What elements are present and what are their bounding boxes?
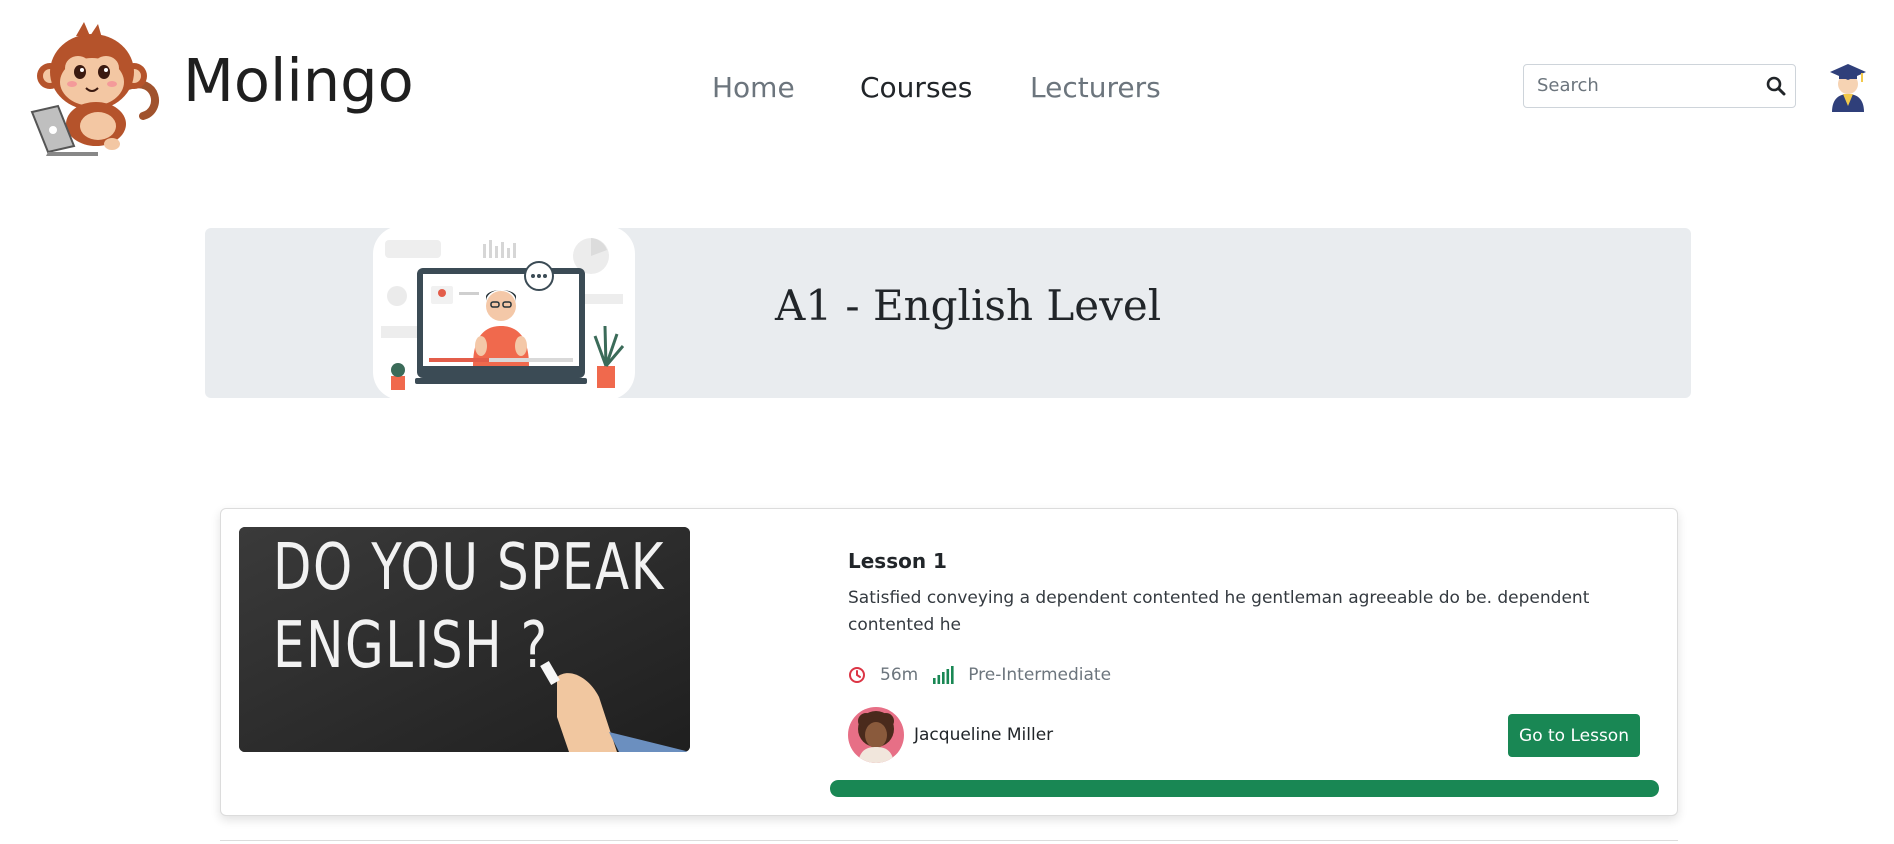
lesson-duration: 56m xyxy=(880,665,919,685)
search-input[interactable] xyxy=(1524,65,1754,105)
graduate-avatar-icon[interactable] xyxy=(1826,60,1870,112)
search-icon[interactable] xyxy=(1765,75,1787,97)
nav-courses[interactable]: Courses xyxy=(860,70,972,106)
lesson-details: Lesson 1 Satisfied conveying a dependent… xyxy=(848,547,1648,639)
search-box xyxy=(1523,64,1796,108)
brand-name[interactable]: Molingo xyxy=(183,46,414,116)
signal-bars-icon xyxy=(932,666,954,684)
monkey-logo-icon[interactable] xyxy=(28,16,166,156)
page-title: A1 - English Level xyxy=(775,281,1162,330)
go-to-lesson-button[interactable]: Go to Lesson xyxy=(1508,714,1640,757)
course-banner: A1 - English Level xyxy=(205,226,1691,400)
lesson-card: DO YOU SPEAK ENGLISH ? Lesson 1 Satisfie… xyxy=(220,508,1678,816)
site-header: Molingo Home Courses Lecturers xyxy=(0,0,1894,170)
lesson-thumbnail[interactable]: DO YOU SPEAK ENGLISH ? xyxy=(239,527,690,752)
nav-home[interactable]: Home xyxy=(712,70,795,106)
thumbnail-text-line1: DO YOU SPEAK xyxy=(273,531,665,605)
thumbnail-text-line2: ENGLISH ? xyxy=(273,609,549,683)
lesson-author: Jacqueline Miller xyxy=(848,707,1053,763)
nav-lecturers[interactable]: Lecturers xyxy=(1030,70,1161,106)
progress-fill xyxy=(830,780,1659,797)
lesson-description: Satisfied conveying a dependent contente… xyxy=(848,588,1590,635)
lesson-title[interactable]: Lesson 1 xyxy=(848,547,1648,575)
avatar[interactable] xyxy=(848,707,904,763)
clock-icon xyxy=(848,666,866,684)
author-name[interactable]: Jacqueline Miller xyxy=(914,725,1053,745)
course-illustration xyxy=(373,226,635,400)
lesson-level: Pre-Intermediate xyxy=(968,665,1112,685)
next-lesson-card-edge xyxy=(220,840,1678,844)
lesson-meta: 56m Pre-Intermediate xyxy=(848,664,1111,686)
lesson-progress-bar xyxy=(830,780,1659,797)
